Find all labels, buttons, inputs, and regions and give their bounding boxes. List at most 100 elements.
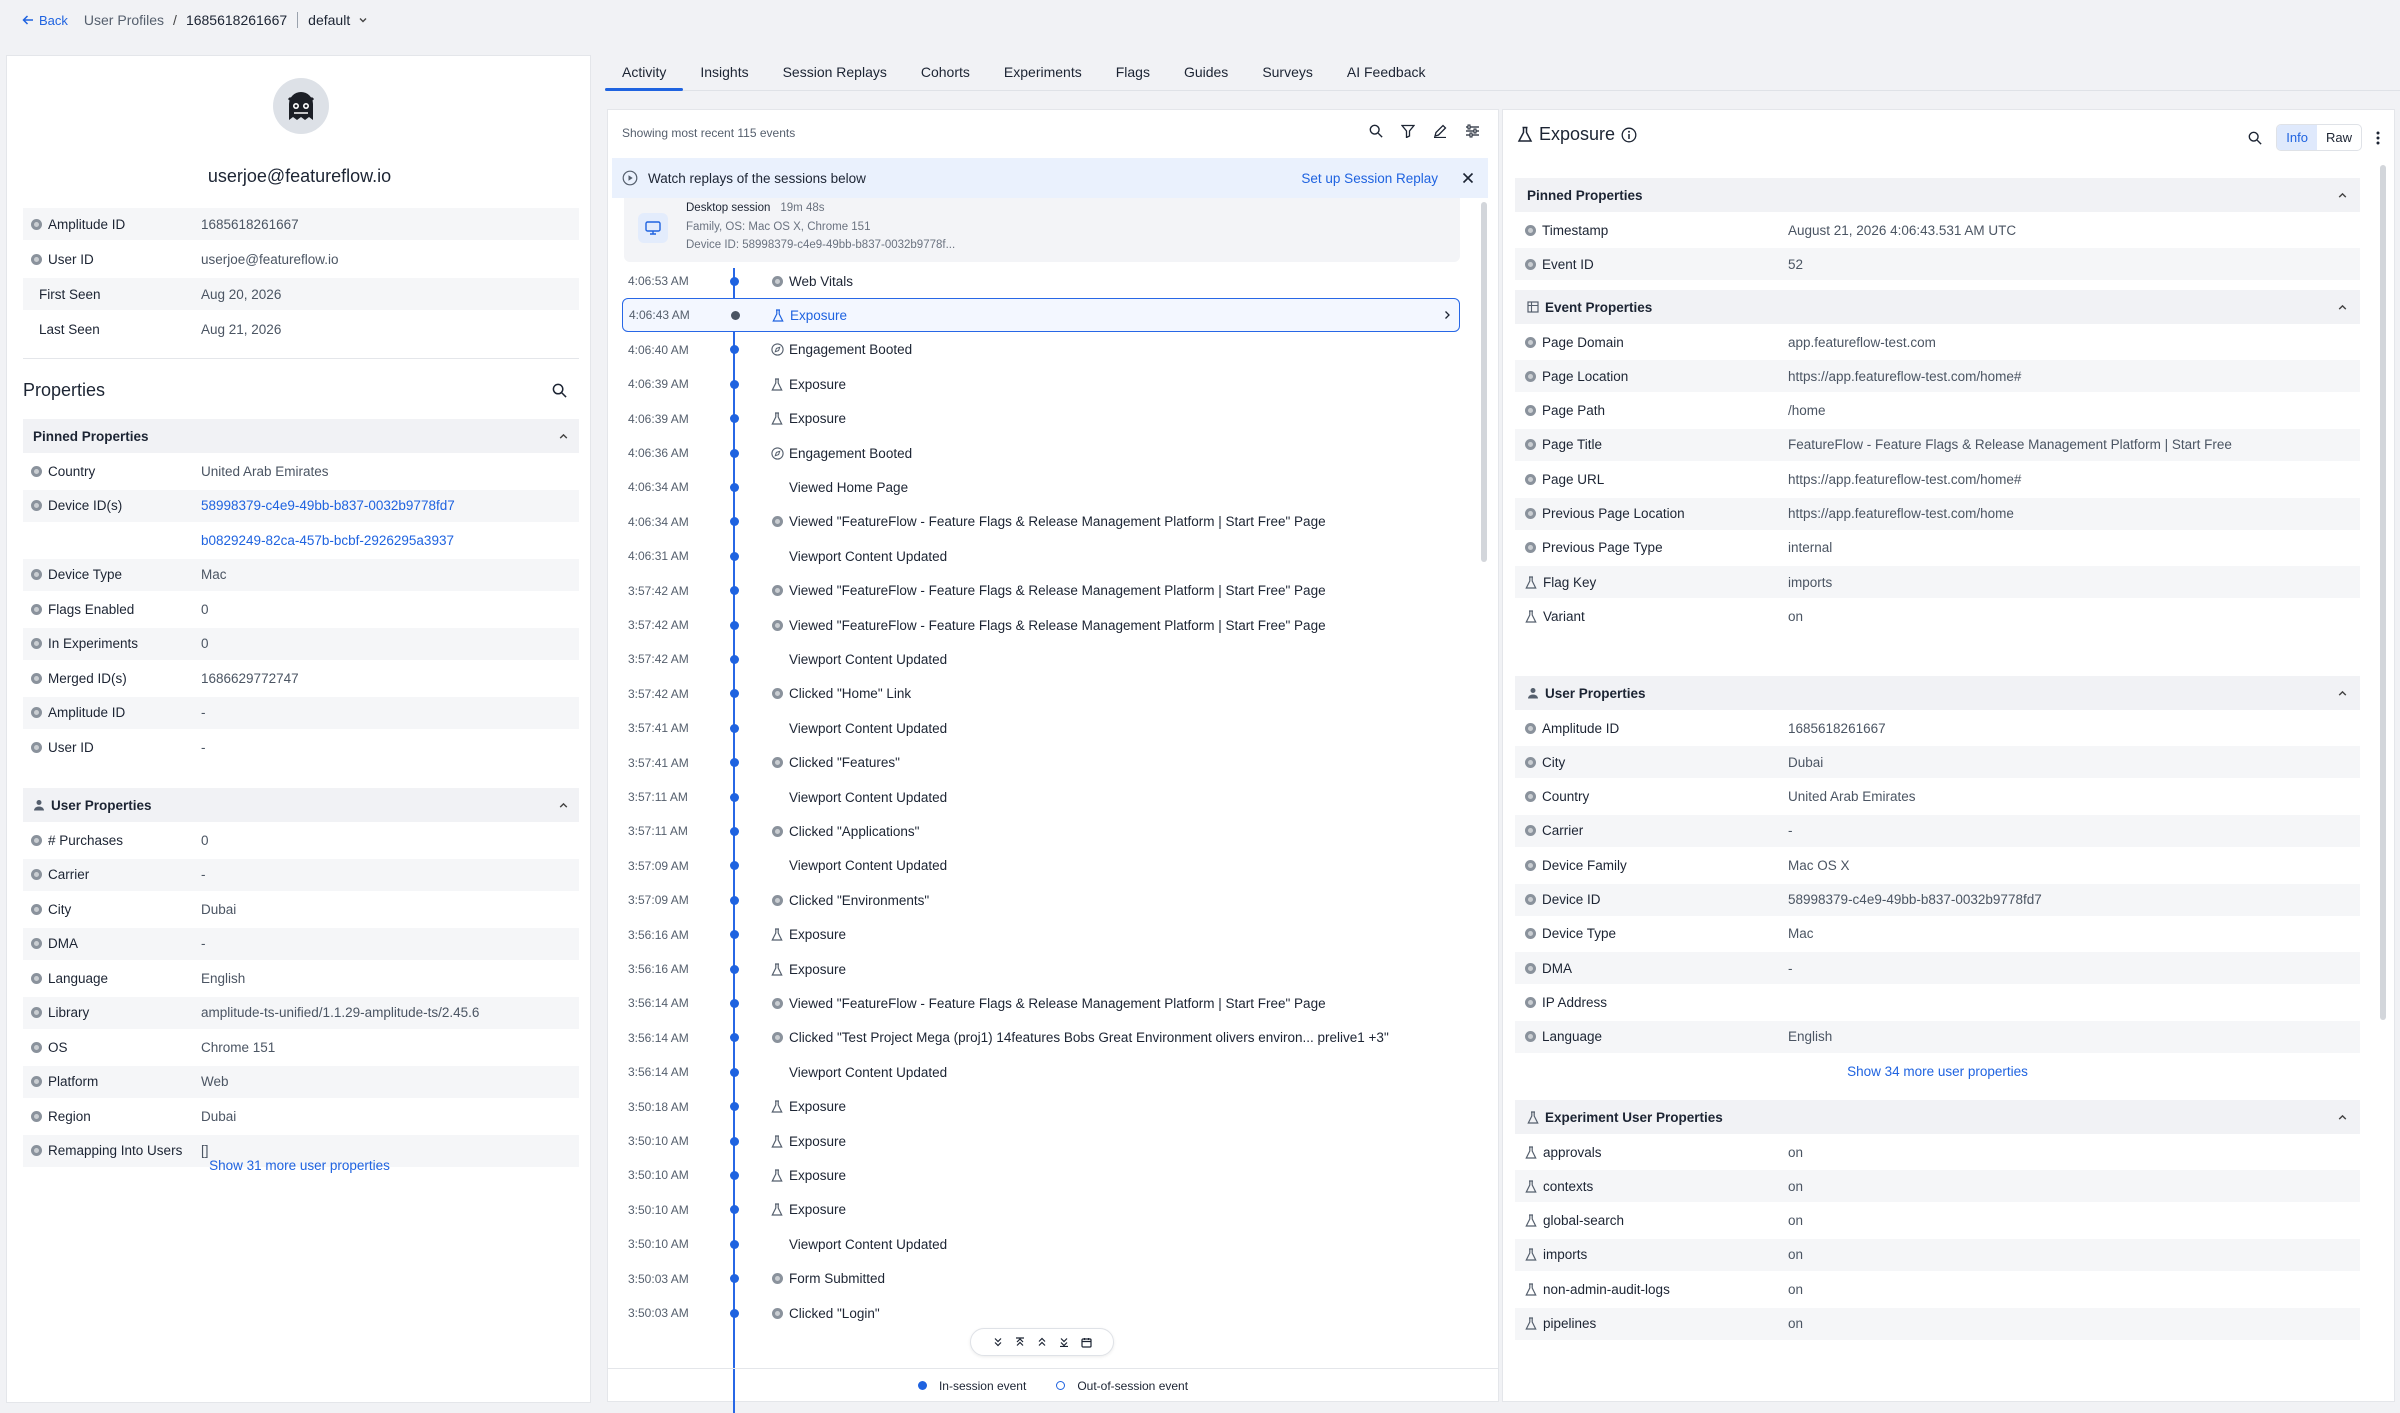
event-row[interactable]: 4:06:39 AM Exposure (622, 402, 1460, 436)
property-key-cell: Page Location (1515, 369, 1788, 384)
experiment-user-properties-header[interactable]: Experiment User Properties (1515, 1100, 2360, 1134)
info-toggle-button[interactable]: Info (2277, 125, 2317, 150)
property-value[interactable]: b0829249-82ca-457b-bcbf-2926295a3937 (201, 533, 454, 548)
event-row[interactable]: 3:57:11 AM Viewport Content Updated (622, 780, 1460, 814)
event-row[interactable]: 3:56:14 AM Viewport Content Updated (622, 1055, 1460, 1089)
event-row[interactable]: 4:06:34 AM Viewed "FeatureFlow - Feature … (622, 505, 1460, 539)
calendar-icon[interactable] (1080, 1337, 1092, 1348)
tab-flags[interactable]: Flags (1099, 64, 1167, 90)
event-row[interactable]: 3:57:09 AM Viewport Content Updated (622, 849, 1460, 883)
event-row[interactable]: 4:06:31 AM Viewport Content Updated (622, 539, 1460, 573)
event-row[interactable]: 3:57:09 AM Clicked "Environments" (622, 883, 1460, 917)
property-dot-icon (769, 894, 785, 906)
user-properties-header[interactable]: User Properties (1515, 676, 2360, 710)
scrollbar[interactable] (1481, 202, 1487, 562)
event-name: Exposure (789, 1202, 847, 1218)
chevron-right-icon[interactable] (1443, 310, 1451, 320)
tab-cohorts[interactable]: Cohorts (904, 64, 987, 90)
event-row[interactable]: 3:56:14 AM Clicked "Test Project Mega (pr… (622, 1021, 1460, 1055)
back-button[interactable]: Back (22, 13, 68, 28)
event-row[interactable]: 3:50:18 AM Exposure (622, 1090, 1460, 1124)
event-row[interactable]: 4:06:39 AM Exposure (622, 367, 1460, 401)
detail-property-row: City Dubai (1515, 746, 2360, 779)
chevron-up-icon[interactable] (2337, 688, 2348, 699)
event-row[interactable]: 3:50:03 AM Form Submitted (622, 1262, 1460, 1296)
event-row[interactable]: 3:56:16 AM Exposure (622, 918, 1460, 952)
project-selector[interactable]: default (308, 12, 350, 28)
property-key-cell: Library (23, 1005, 201, 1020)
property-key: non-admin-audit-logs (1543, 1281, 1670, 1297)
property-key: global-search (1543, 1213, 1625, 1229)
chevron-up-icon[interactable] (2337, 302, 2348, 313)
event-row[interactable]: 3:57:42 AM Viewport Content Updated (622, 642, 1460, 676)
event-row[interactable]: 3:50:10 AM Exposure (622, 1124, 1460, 1158)
event-row[interactable]: 3:57:42 AM Clicked "Home" Link (622, 677, 1460, 711)
chevron-up-icon[interactable] (2337, 1112, 2348, 1123)
scrollbar[interactable] (2380, 165, 2386, 1020)
double-chevron-up-icon[interactable] (1037, 1337, 1047, 1347)
event-time: 3:50:18 AM (628, 1099, 689, 1114)
chevron-up-icon[interactable] (558, 800, 569, 811)
search-icon[interactable] (552, 383, 567, 398)
compass-icon (769, 446, 785, 460)
property-dot-icon (769, 757, 785, 769)
event-row[interactable]: 3:57:41 AM Clicked "Features" (622, 746, 1460, 780)
setup-session-replay-link[interactable]: Set up Session Replay (1301, 171, 1438, 186)
tab-ai-feedback[interactable]: AI Feedback (1330, 64, 1443, 90)
event-row[interactable]: 3:57:11 AM Clicked "Applications" (622, 814, 1460, 848)
event-row[interactable]: 3:56:16 AM Exposure (622, 952, 1460, 986)
raw-toggle-button[interactable]: Raw (2317, 125, 2361, 150)
banner-text: Watch replays of the sessions below (648, 170, 866, 186)
event-row[interactable]: 3:57:42 AM Viewed "FeatureFlow - Feature … (622, 574, 1460, 608)
double-chevron-down-icon[interactable] (993, 1337, 1003, 1347)
close-icon[interactable] (1462, 172, 1474, 184)
property-key-cell: Timestamp (1515, 223, 1788, 238)
pencil-icon[interactable] (1433, 124, 1447, 138)
tab-experiments[interactable]: Experiments (987, 64, 1099, 90)
event-row[interactable]: 4:06:36 AM Engagement Booted (622, 436, 1460, 470)
event-row[interactable]: 3:50:03 AM Clicked "Login" (622, 1296, 1460, 1330)
pinned-properties-header[interactable]: Pinned Properties (1515, 178, 2360, 212)
property-dot-icon (31, 569, 42, 580)
chevron-up-icon[interactable] (558, 431, 569, 442)
search-icon[interactable] (1369, 124, 1383, 138)
event-row[interactable]: 3:56:14 AM Viewed "FeatureFlow - Feature … (622, 986, 1460, 1020)
event-row[interactable]: 3:50:10 AM Exposure (622, 1158, 1460, 1192)
filter-icon[interactable] (1401, 124, 1415, 138)
breadcrumb-user-profiles[interactable]: User Profiles (84, 12, 164, 28)
more-vertical-icon[interactable] (2376, 131, 2380, 145)
event-row[interactable]: 4:06:34 AM Viewed Home Page (622, 470, 1460, 504)
chevron-down-icon[interactable] (358, 15, 368, 25)
event-row[interactable]: 3:57:42 AM Viewed "FeatureFlow - Feature … (622, 608, 1460, 642)
property-key: User ID (48, 739, 94, 755)
search-icon[interactable] (2248, 131, 2262, 145)
tab-insights[interactable]: Insights (683, 64, 765, 90)
double-chevron-up-icon[interactable] (1015, 1337, 1025, 1347)
event-row[interactable]: 3:50:10 AM Exposure (622, 1193, 1460, 1227)
property-key: Country (48, 463, 96, 479)
desktop-session-card[interactable]: Desktop session 19m 48s Family, OS: Mac O… (624, 198, 1460, 262)
show-more-user-properties-link[interactable]: Show 34 more user properties (1515, 1064, 2360, 1079)
chevron-up-icon[interactable] (2337, 190, 2348, 201)
property-dot-icon (31, 638, 42, 649)
event-properties-header[interactable]: Event Properties (1515, 290, 2360, 324)
tab-activity[interactable]: Activity (605, 64, 684, 91)
info-icon[interactable] (1621, 127, 1637, 143)
event-row[interactable]: 4:06:43 AM Exposure (622, 298, 1460, 333)
double-chevron-down-icon[interactable] (1059, 1337, 1069, 1347)
show-more-user-properties-link[interactable]: Show 31 more user properties (7, 1158, 592, 1173)
event-row[interactable]: 3:57:41 AM Viewport Content Updated (622, 711, 1460, 745)
tab-guides[interactable]: Guides (1167, 64, 1245, 90)
event-row[interactable]: 4:06:40 AM Engagement Booted (622, 333, 1460, 367)
event-row[interactable]: 4:06:53 AM Web Vitals (622, 264, 1460, 298)
pinned-properties-header[interactable]: Pinned Properties (23, 419, 579, 453)
property-key: # Purchases (48, 832, 124, 848)
in-session-dot-icon (730, 1102, 739, 1112)
user-properties-header[interactable]: User Properties (23, 788, 579, 822)
in-session-dot-icon (730, 723, 739, 733)
tab-session-replays[interactable]: Session Replays (766, 64, 904, 90)
settings-sliders-icon[interactable] (1465, 124, 1480, 138)
property-value[interactable]: 58998379-c4e9-49bb-b837-0032b9778fd7 (201, 498, 455, 513)
tab-surveys[interactable]: Surveys (1245, 64, 1330, 90)
event-row[interactable]: 3:50:10 AM Viewport Content Updated (622, 1227, 1460, 1261)
